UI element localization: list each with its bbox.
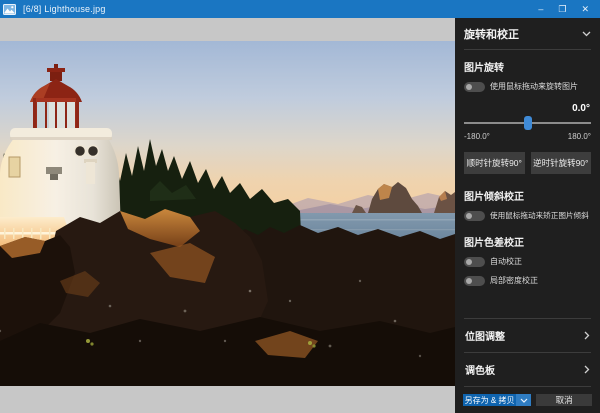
window-controls: – ❐ ✕ (538, 0, 600, 18)
edit-panel: 旋转和校正 图片旋转 使用鼠标拖动来旋转图片 0.0° -180 (455, 18, 600, 413)
rotate-drag-toggle-label: 使用鼠标拖动来旋转图片 (490, 81, 578, 92)
slider-min-label: -180.0° (464, 132, 490, 141)
rotation-group-label: 图片旋转 (464, 59, 591, 74)
window-title: [6/8] Lighthouse.jpg (23, 4, 538, 14)
panel-header[interactable]: 旋转和校正 (464, 23, 591, 49)
app-image-icon (3, 4, 16, 15)
tilt-drag-toggle-label: 使用鼠标拖动来矫正图片倾斜 (490, 210, 589, 221)
save-options-dropdown[interactable] (516, 394, 531, 406)
titlebar: [6/8] Lighthouse.jpg – ❐ ✕ (0, 0, 600, 18)
local-density-label: 局部密度校正 (490, 275, 538, 286)
lighthouse-photo (0, 41, 455, 386)
rotate-cw-button[interactable]: 顺时针旋转90° (464, 152, 525, 174)
divider (464, 49, 591, 50)
rotate-ccw-button[interactable]: 逆时针旋转90° (531, 152, 592, 174)
section-palette[interactable]: 调色板 (464, 353, 591, 386)
photo-viewer-canvas[interactable] (0, 18, 455, 413)
close-icon[interactable]: ✕ (581, 0, 589, 18)
section-label: 位图调整 (465, 328, 505, 343)
section-label: 调色板 (465, 362, 495, 377)
tilt-drag-toggle[interactable] (464, 211, 485, 221)
save-as-copy-split-button[interactable]: 另存为 & 拷贝 (463, 394, 531, 406)
panel-title: 旋转和校正 (464, 26, 519, 42)
auto-correction-toggle[interactable] (464, 257, 485, 267)
color-group-label: 图片色差校正 (464, 234, 591, 249)
foreground-rocks (0, 209, 455, 386)
chevron-down-icon (582, 31, 591, 37)
local-density-toggle[interactable] (464, 276, 485, 286)
rotation-slider[interactable] (464, 116, 591, 130)
slider-range-labels: -180.0° 180.0° (464, 132, 591, 141)
maximize-icon[interactable]: ❐ (558, 0, 566, 18)
chevron-down-icon (520, 398, 528, 403)
auto-correction-label: 自动校正 (490, 256, 522, 267)
minimize-icon[interactable]: – (538, 0, 543, 18)
cancel-button[interactable]: 取消 (536, 394, 592, 406)
rotation-value: 0.0° (464, 103, 590, 114)
chevron-right-icon (584, 365, 590, 374)
section-bitmap-adjust[interactable]: 位图调整 (464, 319, 591, 352)
app-window: [6/8] Lighthouse.jpg – ❐ ✕ (0, 0, 600, 413)
tilt-group-label: 图片倾斜校正 (464, 188, 591, 203)
slider-max-label: 180.0° (568, 132, 591, 141)
slider-thumb[interactable] (524, 116, 532, 130)
save-as-copy-button[interactable]: 另存为 & 拷贝 (463, 394, 516, 406)
panel-footer: 另存为 & 拷贝 取消 (455, 387, 600, 413)
rotate-drag-toggle[interactable] (464, 82, 485, 92)
main-area: 旋转和校正 图片旋转 使用鼠标拖动来旋转图片 0.0° -180 (0, 18, 600, 413)
chevron-right-icon (584, 331, 590, 340)
